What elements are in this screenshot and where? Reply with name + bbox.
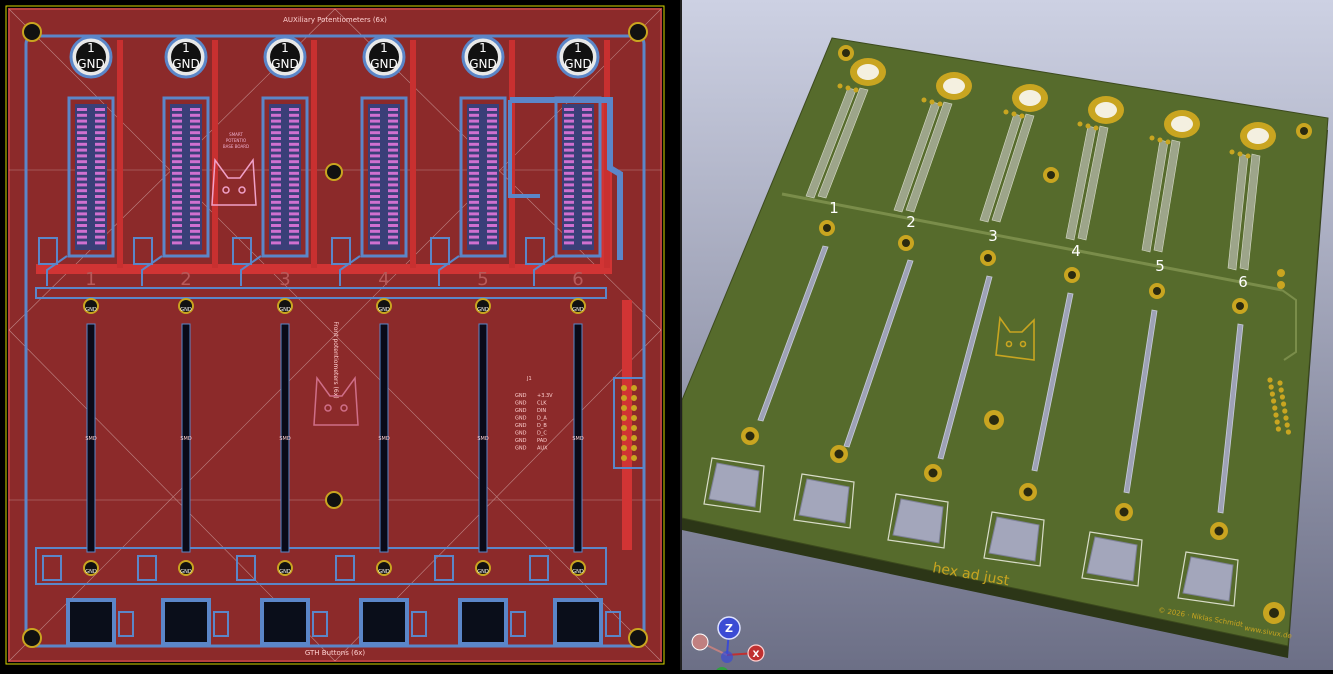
channel-number-2d: 3	[279, 269, 290, 290]
button-cutout-3d	[892, 498, 944, 544]
channel-number-2d: 6	[572, 269, 583, 290]
pot-pad-gnd: GND	[271, 57, 299, 71]
pot-pad-number: 1	[281, 41, 289, 55]
connector-pin-name: D_B	[537, 423, 547, 429]
channel-number-3d: 3	[988, 227, 998, 245]
top-silkscreen-title: AUXiliary Potentiometers (6x)	[283, 16, 387, 24]
connector-pin-name: AUX	[537, 446, 548, 452]
connector-pin-name: D_C	[537, 431, 547, 437]
pot-pad-gnd: GND	[469, 57, 497, 71]
connector-pin-gnd: GND	[515, 408, 527, 414]
middle-vertical-label: Front potentiometers (6x)	[332, 321, 339, 398]
pot-hole-3d	[943, 78, 965, 94]
red-vertical-trace	[212, 40, 218, 268]
button-cutout-3d	[1086, 536, 1138, 582]
pot-pad-number: 1	[87, 41, 95, 55]
pcb-3d-canvas[interactable]: 123456 hex ad just © 2026 · Niklas Schmi…	[681, 0, 1333, 674]
channel-number-3d: 2	[906, 213, 916, 231]
svg-text:GND: GND	[279, 307, 291, 313]
pot-pad-gnd: GND	[77, 57, 105, 71]
red-power-riser-right	[622, 300, 632, 550]
connector-pin-name: CLK	[537, 401, 547, 407]
channel-number-2d: 4	[378, 269, 389, 290]
pot-pad-gnd: GND	[172, 57, 200, 71]
svg-text:GND: GND	[85, 307, 97, 313]
red-vertical-trace	[410, 40, 416, 268]
channel-number-3d: 5	[1155, 257, 1165, 275]
pcb-3d-view[interactable]: 123456 hex ad just © 2026 · Niklas Schmi…	[681, 0, 1333, 674]
slider-ref: SMD	[572, 436, 583, 442]
connector-pin-name: +3.3V	[537, 393, 553, 399]
pot-hole-3d	[1247, 128, 1269, 144]
slider-ref: SMD	[378, 436, 389, 442]
pot-pad-number: 1	[479, 41, 487, 55]
button-cutout-3d	[988, 516, 1040, 562]
slider-ref: SMD	[85, 436, 96, 442]
connector-pin-gnd: GND	[515, 431, 527, 437]
button-cutout-3d	[708, 462, 760, 508]
pot-hole-3d	[1171, 116, 1193, 132]
pot-pad-number: 1	[380, 41, 388, 55]
connector-pin-name: PAD	[537, 438, 547, 444]
connector-pin-gnd: GND	[515, 446, 527, 452]
button-footprint	[264, 602, 306, 642]
pot-hole-3d	[1019, 90, 1041, 106]
pot-pad-gnd: GND	[370, 57, 398, 71]
channel-number-3d: 1	[829, 199, 839, 217]
svg-text:GND: GND	[85, 569, 97, 575]
svg-text:GND: GND	[180, 307, 192, 313]
svg-text:BASE BOARD: BASE BOARD	[223, 144, 249, 149]
pot-pad-number: 1	[574, 41, 582, 55]
connector-ref: J1	[526, 376, 532, 382]
connector-pin-gnd: GND	[515, 438, 527, 444]
svg-text:GND: GND	[477, 307, 489, 313]
red-vertical-trace	[311, 40, 317, 268]
button-footprint	[363, 602, 405, 642]
pot-pad-gnd: GND	[564, 57, 592, 71]
svg-text:GND: GND	[378, 569, 390, 575]
button-footprint	[462, 602, 504, 642]
channel-number-2d: 2	[180, 269, 191, 290]
svg-text:GND: GND	[572, 569, 584, 575]
svg-text:GND: GND	[378, 307, 390, 313]
slider-ref: SMD	[180, 436, 191, 442]
svg-text:GND: GND	[180, 569, 192, 575]
x-axis-label: X	[753, 650, 760, 660]
pot-hole-3d	[1095, 102, 1117, 118]
pcb-2d-canvas[interactable]: AUXiliary Potentiometers (6x) GTH Button…	[0, 0, 680, 670]
connector-pin-name: D_A	[537, 416, 547, 422]
red-vertical-trace	[117, 40, 123, 268]
svg-text:GND: GND	[279, 569, 291, 575]
connector-pin-gnd: GND	[515, 416, 527, 422]
svg-text:SMART: SMART	[229, 132, 243, 137]
channel-number-3d: 6	[1238, 273, 1248, 291]
pot-pad-number: 1	[182, 41, 190, 55]
connector-pin-gnd: GND	[515, 393, 527, 399]
neg-x-axis-icon[interactable]	[691, 633, 709, 651]
pot-hole-3d	[857, 64, 879, 80]
neg-z-axis-icon[interactable]	[721, 651, 733, 663]
connector-pin-gnd: GND	[515, 401, 527, 407]
button-cutout-3d	[798, 478, 850, 524]
connector-pin-name: DIN	[537, 408, 546, 414]
channel-number-2d: 5	[477, 269, 488, 290]
svg-text:GND: GND	[572, 307, 584, 313]
bottom-silkscreen-title: GTH Buttons (6x)	[305, 649, 366, 657]
slider-ref: SMD	[477, 436, 488, 442]
slider-ref: SMD	[279, 436, 290, 442]
channel-number-2d: 1	[85, 269, 96, 290]
pcb-2d-view[interactable]: AUXiliary Potentiometers (6x) GTH Button…	[0, 0, 680, 670]
button-footprint	[557, 602, 599, 642]
svg-text:POTENTIO: POTENTIO	[226, 138, 246, 143]
z-axis-label: Z	[725, 622, 733, 635]
button-footprint	[165, 602, 207, 642]
channel-number-3d: 4	[1071, 242, 1081, 260]
connector-pin-gnd: GND	[515, 423, 527, 429]
button-footprint	[70, 602, 112, 642]
button-cutout-3d	[1182, 556, 1234, 602]
svg-text:GND: GND	[477, 569, 489, 575]
